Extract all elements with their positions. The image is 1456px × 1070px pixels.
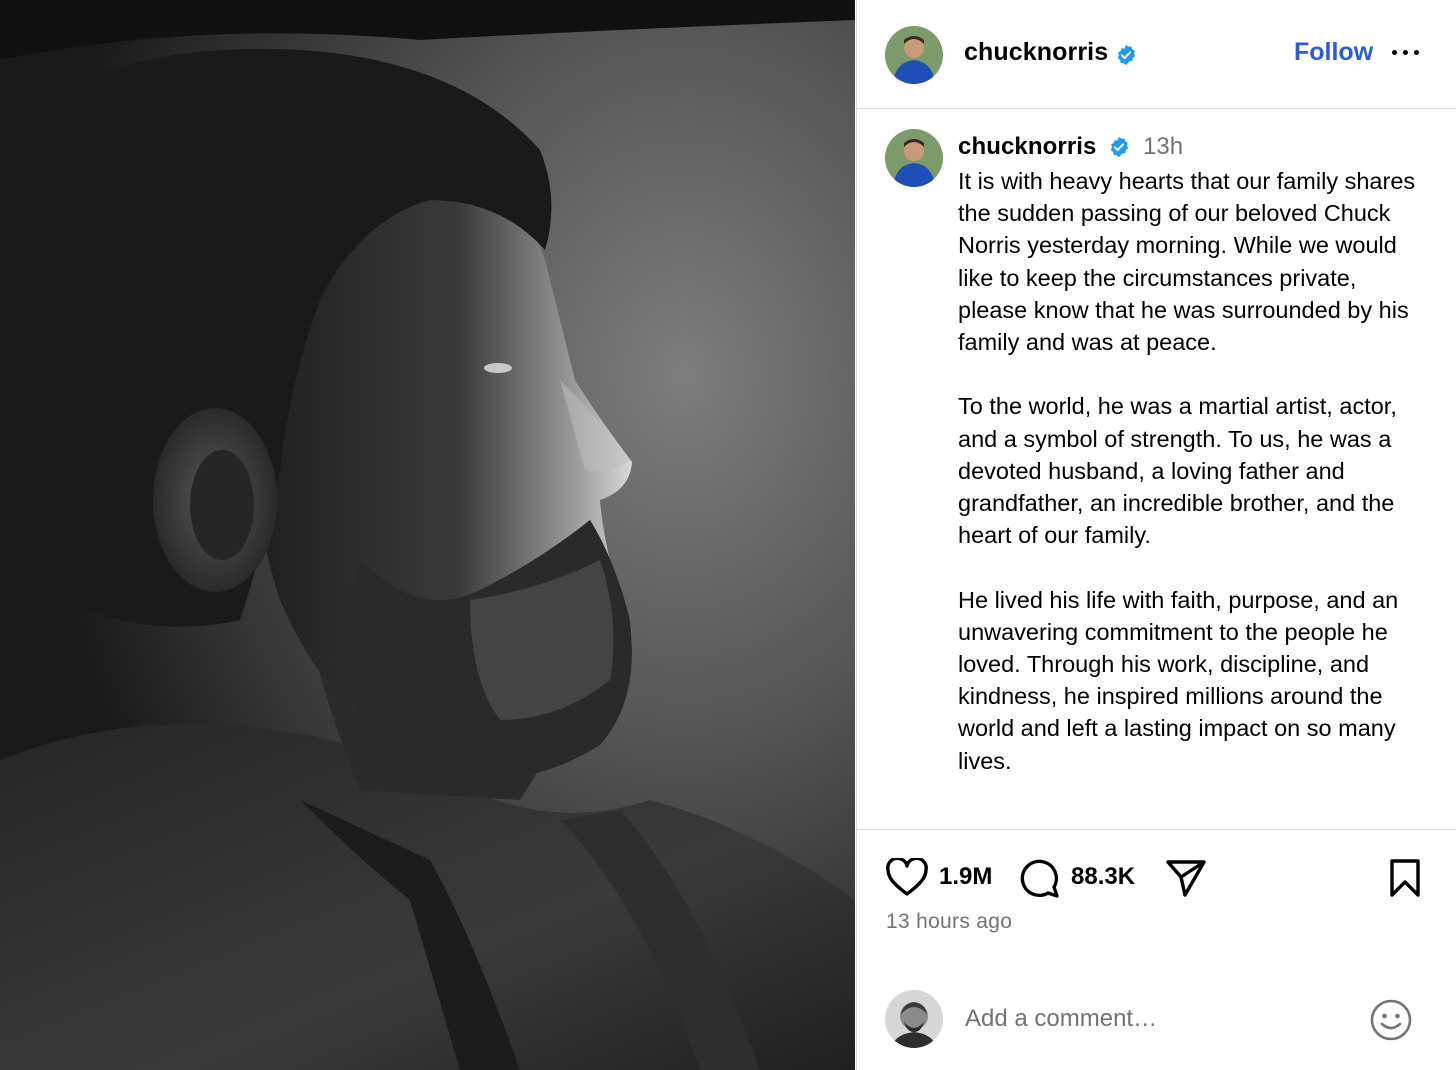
bookmark-icon[interactable] (1387, 858, 1423, 898)
post-age[interactable]: 13h (1143, 133, 1183, 161)
verified-badge-icon (1110, 136, 1129, 158)
caption-username[interactable]: chucknorris (958, 133, 1096, 161)
caption-text: It is with heavy hearts that our family … (958, 165, 1428, 809)
instagram-post-view: chucknorris Follow chucknorris 13h It is… (0, 0, 1456, 1070)
post-side-panel: chucknorris Follow chucknorris 13h It is… (856, 0, 1456, 1070)
post-header: chucknorris Follow (857, 0, 1456, 109)
caption-author-avatar[interactable] (885, 129, 943, 187)
share-paper-plane-icon[interactable] (1165, 858, 1207, 898)
caption-paragraph: To the world, he was a martial artist, a… (958, 393, 1397, 549)
post-caption-section: chucknorris 13h It is with heavy hearts … (857, 109, 1456, 830)
header-username[interactable]: chucknorris (964, 38, 1108, 67)
posted-time[interactable]: 13 hours ago (886, 910, 1012, 934)
emoji-smiley-icon[interactable] (1369, 998, 1413, 1042)
author-avatar[interactable] (885, 26, 943, 84)
follow-button[interactable]: Follow (1294, 38, 1373, 67)
post-photo[interactable] (0, 0, 855, 1070)
caption-paragraph: He lived his life with faith, purpose, a… (958, 586, 1399, 774)
action-bar: 1.9M 88.3K (857, 850, 1456, 910)
heart-icon[interactable] (885, 858, 929, 898)
caption-paragraph: It is with heavy hearts that our family … (958, 168, 1416, 356)
comment-composer (857, 990, 1456, 1050)
like-count[interactable]: 1.9M (939, 863, 992, 891)
more-options-icon[interactable] (1391, 41, 1423, 65)
comment-count[interactable]: 88.3K (1071, 863, 1135, 891)
portrait-image (0, 0, 855, 1070)
comment-input[interactable] (965, 1002, 1345, 1036)
viewer-avatar (885, 990, 943, 1048)
verified-badge-icon (1117, 44, 1136, 66)
comment-bubble-icon[interactable] (1018, 857, 1060, 899)
